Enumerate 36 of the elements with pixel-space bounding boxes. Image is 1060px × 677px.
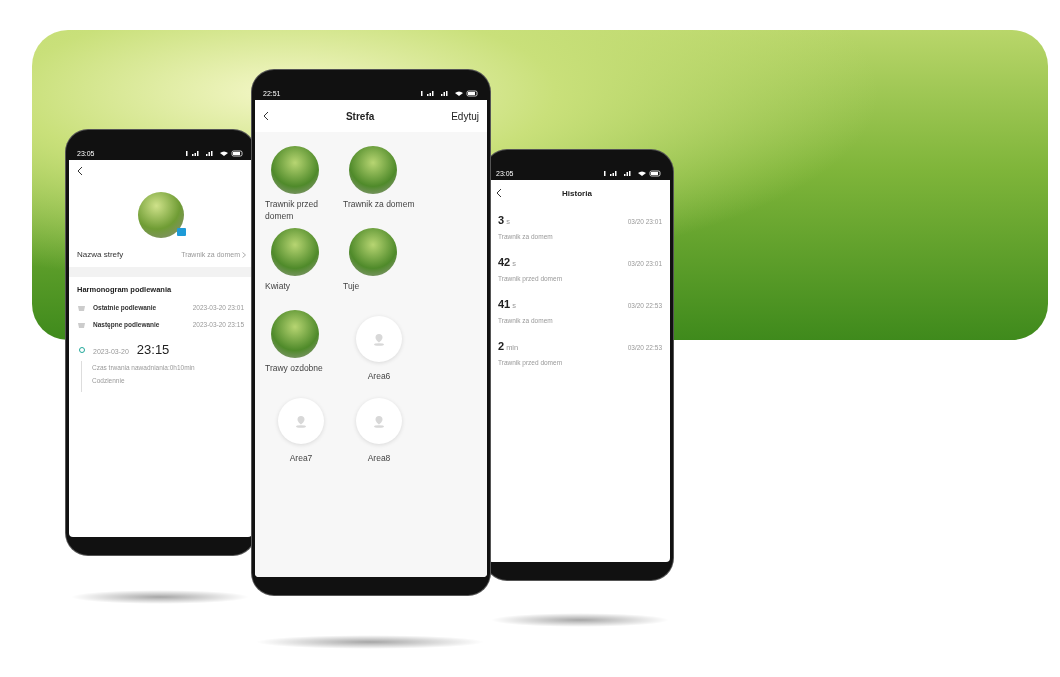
zone-photo[interactable] bbox=[349, 146, 397, 194]
zone-name: Trawy ozdobne bbox=[265, 362, 323, 375]
zone-photo[interactable] bbox=[271, 310, 319, 358]
back-icon[interactable] bbox=[263, 111, 269, 121]
duration-value: 41 bbox=[498, 298, 511, 310]
screen-title: Strefa bbox=[345, 110, 375, 122]
zone-photo[interactable] bbox=[271, 146, 319, 194]
zone-name: Area8 bbox=[367, 452, 391, 465]
edit-button[interactable]: Edytuj bbox=[451, 110, 479, 122]
zone-photo[interactable] bbox=[349, 228, 397, 276]
zone-name: Area7 bbox=[289, 452, 313, 465]
camera-icon[interactable] bbox=[176, 228, 186, 236]
status-icons bbox=[419, 89, 479, 97]
back-icon[interactable] bbox=[496, 188, 502, 198]
back-icon[interactable] bbox=[77, 166, 83, 176]
zone-photo[interactable] bbox=[137, 192, 184, 238]
location-pin-icon bbox=[295, 414, 307, 428]
chevron-right-icon bbox=[242, 251, 246, 258]
zone-name: Area6 bbox=[367, 370, 391, 383]
location-pin-icon bbox=[373, 332, 385, 346]
screen-title: Historia bbox=[562, 188, 592, 198]
zone-name-label: Nazwa strefy bbox=[77, 250, 124, 259]
duration-value: 42 bbox=[498, 256, 511, 268]
zone-photo[interactable] bbox=[271, 228, 319, 276]
timeline-time: 23:15 bbox=[136, 342, 170, 357]
sprinkler-icon bbox=[77, 321, 86, 328]
location-pin-icon bbox=[373, 414, 385, 428]
zone-name: Trawnik za domem bbox=[343, 198, 415, 211]
zone-name: Kwiaty bbox=[265, 280, 291, 293]
zone-name: Tuje bbox=[343, 280, 360, 293]
zone-name: Trawnik przed domem bbox=[265, 198, 320, 224]
duration-value: 2 bbox=[498, 340, 505, 352]
duration-value: 3 bbox=[498, 214, 505, 226]
status-icons bbox=[184, 149, 244, 157]
status-icons bbox=[602, 169, 662, 177]
sprinkler-icon bbox=[77, 304, 86, 311]
